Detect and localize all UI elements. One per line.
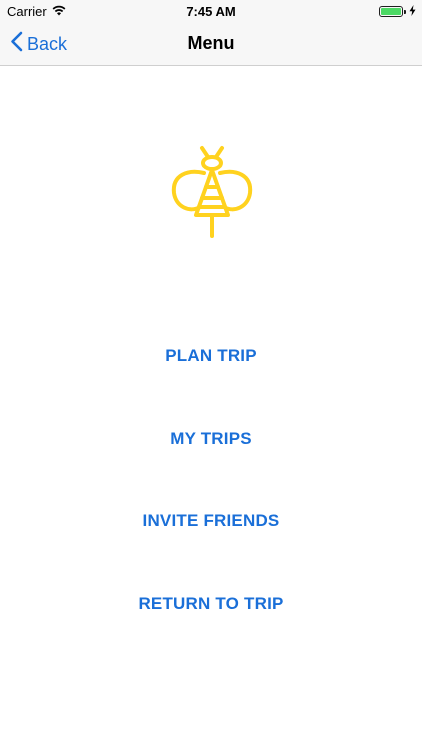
status-bar: Carrier 7:45 AM (0, 0, 422, 22)
status-time: 7:45 AM (186, 4, 236, 19)
battery-level (381, 8, 401, 15)
plan-trip-button[interactable]: PLAN TRIP (0, 346, 422, 366)
status-right (379, 4, 416, 19)
navigation-bar: Back Menu (0, 22, 422, 66)
battery-tip (404, 9, 406, 14)
return-to-trip-button[interactable]: RETURN TO TRIP (0, 594, 422, 614)
my-trips-button[interactable]: MY TRIPS (0, 429, 422, 449)
page-title: Menu (187, 33, 235, 53)
battery-icon (379, 6, 403, 17)
invite-friends-button[interactable]: INVITE FRIENDS (0, 511, 422, 531)
bee-icon (166, 143, 258, 241)
menu-screen: Carrier 7:45 AM Back Menu PLAN TRIP MY T… (0, 0, 422, 750)
charging-bolt-icon (409, 4, 416, 19)
